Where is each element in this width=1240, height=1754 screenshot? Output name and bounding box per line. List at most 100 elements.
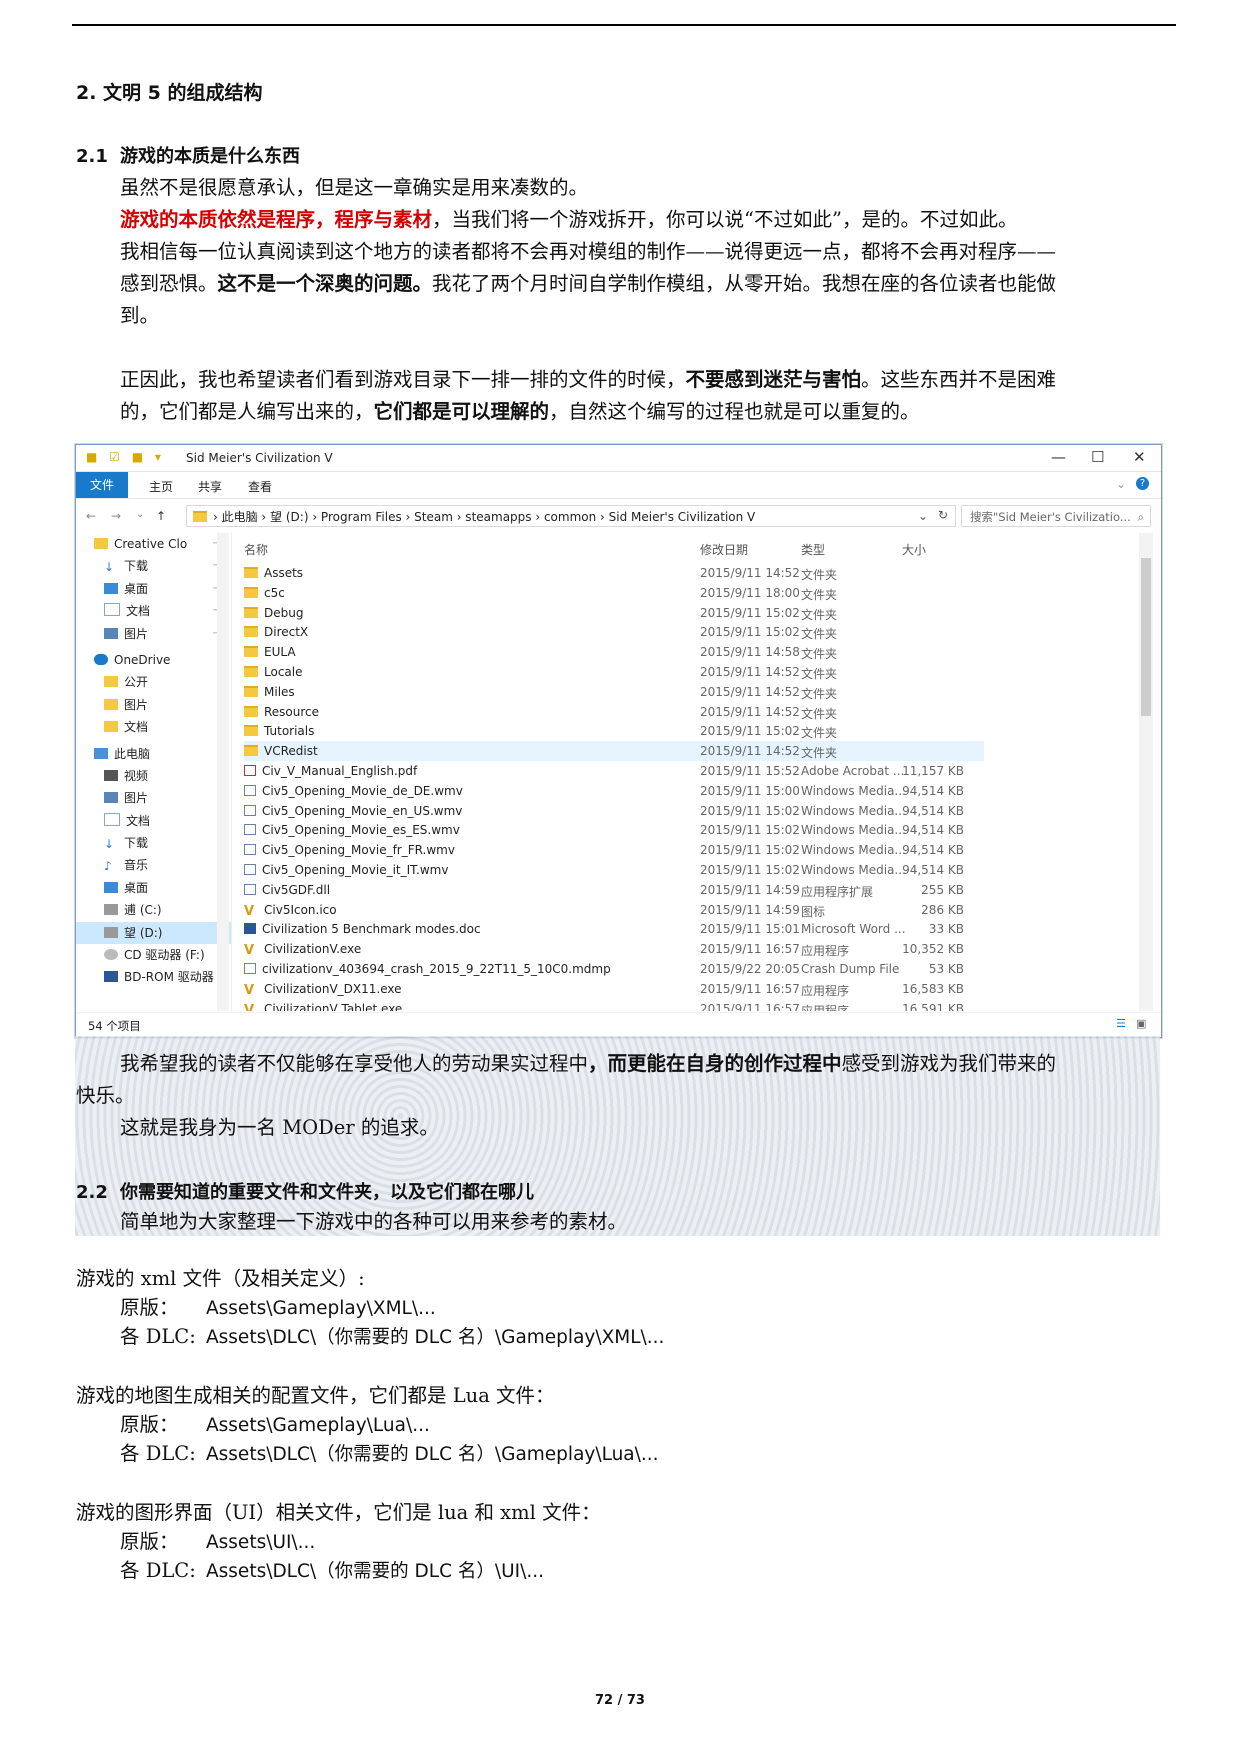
- file-row[interactable]: c5c 2015/9/11 18:00 文件夹: [244, 583, 1139, 603]
- file-row[interactable]: V Civ5Icon.ico 2015/9/11 14:59 图标 286 KB: [244, 900, 1139, 920]
- sidebar-item[interactable]: 视频: [76, 765, 231, 787]
- file-date: 2015/9/11 16:57: [700, 1001, 800, 1011]
- folder-icon: [244, 665, 258, 677]
- file-row[interactable]: Civ5_Opening_Movie_de_DE.wmv 2015/9/11 15…: [244, 781, 1139, 801]
- file-name-cell: Civ_V_Manual_English.pdf: [244, 764, 417, 778]
- sidebar-item[interactable]: 文档: [76, 716, 231, 738]
- sidebar-item[interactable]: ↓ 下载: [76, 832, 231, 854]
- tab-share[interactable]: 共享: [198, 478, 222, 495]
- sidebar-item[interactable]: BD-ROM 驱动器: [76, 966, 231, 988]
- sidebar-item[interactable]: 图片: [76, 694, 231, 716]
- file-row[interactable]: Resource 2015/9/11 14:52 文件夹: [244, 702, 1139, 722]
- sidebar-item[interactable]: OneDrive: [76, 649, 231, 671]
- column-date[interactable]: 修改日期: [700, 541, 748, 558]
- folder-icon: [244, 586, 258, 598]
- file-row[interactable]: Civ5_Opening_Movie_es_ES.wmv 2015/9/11 15…: [244, 820, 1139, 840]
- file-size: 94,514 KB: [902, 823, 964, 838]
- file-row[interactable]: V CivilizationV Tablet.exe 2015/9/11 16:57…: [244, 999, 1139, 1011]
- file-name: CivilizationV.exe: [264, 942, 362, 957]
- subsection-heading-2-2: 2.2 你需要知道的重要文件和文件夹，以及它们都在哪儿: [76, 1178, 534, 1204]
- documents-icon: [104, 812, 120, 826]
- back-arrow-icon[interactable]: ←: [86, 509, 96, 523]
- download-icon: ↓: [104, 837, 115, 852]
- tiles-view-icon[interactable]: ▣: [1136, 1017, 1146, 1030]
- sidebar-item[interactable]: 桌面⊸: [76, 578, 231, 600]
- paragraph: 简单地为大家整理一下游戏中的各种可以用来参考的素材。: [120, 1210, 628, 1233]
- address-path[interactable]: › 此电脑 › 望 (D:) › Program Files › Steam ›…: [186, 505, 956, 527]
- tab-view[interactable]: 查看: [248, 478, 272, 495]
- sidebar-item[interactable]: 文档: [76, 810, 231, 832]
- folder-icon: [104, 676, 118, 688]
- file-size: 53 KB: [928, 961, 964, 976]
- forward-arrow-icon[interactable]: →: [111, 509, 121, 523]
- search-input[interactable]: 搜索"Sid Meier's Civilizatio... ⌕: [961, 505, 1151, 527]
- maximize-icon[interactable]: ☐: [1091, 448, 1104, 466]
- paragraph-line: 我希望我的读者不仅能够在享受他人的劳动果实过程中，而更能在自身的创作过程中感受到…: [120, 1048, 1056, 1080]
- file-row[interactable]: Civ5_Opening_Movie_en_US.wmv 2015/9/11 15…: [244, 801, 1139, 821]
- file-size: 10,352 KB: [902, 942, 964, 957]
- file-row[interactable]: Locale 2015/9/11 14:52 文件夹: [244, 662, 1139, 682]
- desktop-icon: [104, 881, 118, 893]
- up-arrow-icon[interactable]: ↑: [156, 509, 166, 523]
- column-size[interactable]: 大小: [902, 541, 926, 558]
- path-dropdown-icon[interactable]: ⌄: [918, 509, 928, 523]
- file-row[interactable]: V CivilizationV.exe 2015/9/11 16:57 应用程序 10,…: [244, 939, 1139, 959]
- minimize-icon[interactable]: —: [1051, 448, 1066, 466]
- file-row[interactable]: Debug 2015/9/11 15:02 文件夹: [244, 603, 1139, 623]
- text: 我花了两个月时间自学制作模组，从零开始。我想在座的各位读者也能做: [432, 272, 1057, 295]
- file-row[interactable]: Civ5GDF.dll 2015/9/11 14:59 应用程序扩展 255 KB: [244, 880, 1139, 900]
- file-date: 2015/9/11 15:02: [700, 862, 800, 877]
- sidebar-item[interactable]: 此电脑: [76, 743, 231, 765]
- sidebar-item-label: 望 (D:): [124, 925, 163, 940]
- column-name[interactable]: 名称: [244, 541, 268, 558]
- tab-home[interactable]: 主页: [149, 478, 173, 495]
- file-list-scrollbar[interactable]: [1139, 533, 1153, 1011]
- sidebar-item[interactable]: 桌面: [76, 877, 231, 899]
- file-type: 应用程序: [801, 1003, 850, 1011]
- sidebar-item[interactable]: 公开: [76, 671, 231, 693]
- sidebar-item[interactable]: CD 驱动器 (F:): [76, 944, 231, 966]
- sidebar-item[interactable]: 逋 (C:): [76, 899, 231, 921]
- sidebar-item[interactable]: ↓下载⊸: [76, 555, 231, 577]
- sidebar-item[interactable]: Creative Clo⊸: [76, 533, 231, 555]
- file-row[interactable]: Civ5_Opening_Movie_it_IT.wmv 2015/9/11 15…: [244, 860, 1139, 880]
- file-type: 文件夹: [801, 587, 838, 602]
- chevron-down-icon[interactable]: ⌄: [1116, 477, 1126, 491]
- sidebar-item-label: 视频: [124, 768, 149, 783]
- folder-icon: [193, 511, 207, 522]
- sidebar-item[interactable]: 望 (D:): [76, 921, 231, 945]
- sidebar-item-label: 音乐: [124, 858, 149, 873]
- sidebar-item[interactable]: 图片: [76, 787, 231, 809]
- file-row[interactable]: Miles 2015/9/11 14:52 文件夹: [244, 682, 1139, 702]
- close-icon[interactable]: ✕: [1133, 448, 1146, 466]
- file-date: 2015/9/11 15:02: [700, 625, 800, 640]
- file-name-cell: Miles: [244, 685, 295, 699]
- tab-file[interactable]: 文件: [76, 472, 128, 498]
- file-row[interactable]: Tutorials 2015/9/11 15:02 文件夹: [244, 721, 1139, 741]
- file-row[interactable]: EULA 2015/9/11 14:58 文件夹: [244, 642, 1139, 662]
- sidebar-item[interactable]: 文档⊸: [76, 600, 231, 622]
- column-type[interactable]: 类型: [801, 541, 825, 558]
- file-location-heading: 游戏的图形界面（UI）相关文件，它们是 lua 和 xml 文件：: [76, 1497, 601, 1529]
- scrollbar-thumb[interactable]: [1141, 558, 1151, 716]
- file-row[interactable]: DirectX 2015/9/11 15:02 文件夹: [244, 622, 1139, 642]
- sidebar-item-label: 图片: [124, 697, 149, 712]
- sidebar-item[interactable]: 图片⊸: [76, 623, 231, 645]
- file-row[interactable]: Civilization 5 Benchmark modes.doc 2015/9…: [244, 919, 1139, 939]
- nav-scrollbar[interactable]: [217, 533, 229, 1011]
- file-row[interactable]: V CivilizationV_DX11.exe 2015/9/11 16:57 应用…: [244, 979, 1139, 999]
- refresh-icon[interactable]: ↻: [938, 508, 948, 522]
- quick-access-toolbar-icon[interactable]: ■ ☑ ■ ▾: [86, 450, 165, 464]
- file-row[interactable]: civilizationv_403694_crash_2015_9_22T11_…: [244, 959, 1139, 979]
- help-icon[interactable]: ?: [1136, 477, 1149, 490]
- file-row[interactable]: Civ5_Opening_Movie_fr_FR.wmv 2015/9/11 15…: [244, 840, 1139, 860]
- details-view-icon[interactable]: ☰: [1116, 1017, 1126, 1030]
- sidebar-item[interactable]: ♪ 音乐: [76, 854, 231, 876]
- paragraph: 游戏的本质依然是程序，程序与素材，当我们将一个游戏拆开，你可以说“不过如此”，是…: [120, 204, 1017, 236]
- file-row[interactable]: VCRedist 2015/9/11 14:52 文件夹: [244, 741, 984, 761]
- file-row[interactable]: Civ_V_Manual_English.pdf 2015/9/11 15:52 A…: [244, 761, 1139, 781]
- file-row[interactable]: Assets 2015/9/11 14:52 文件夹: [244, 563, 1139, 583]
- file-name-cell: EULA: [244, 645, 296, 659]
- recent-chevron-icon[interactable]: ⌄: [136, 509, 144, 520]
- file-date: 2015/9/11 16:57: [700, 942, 800, 957]
